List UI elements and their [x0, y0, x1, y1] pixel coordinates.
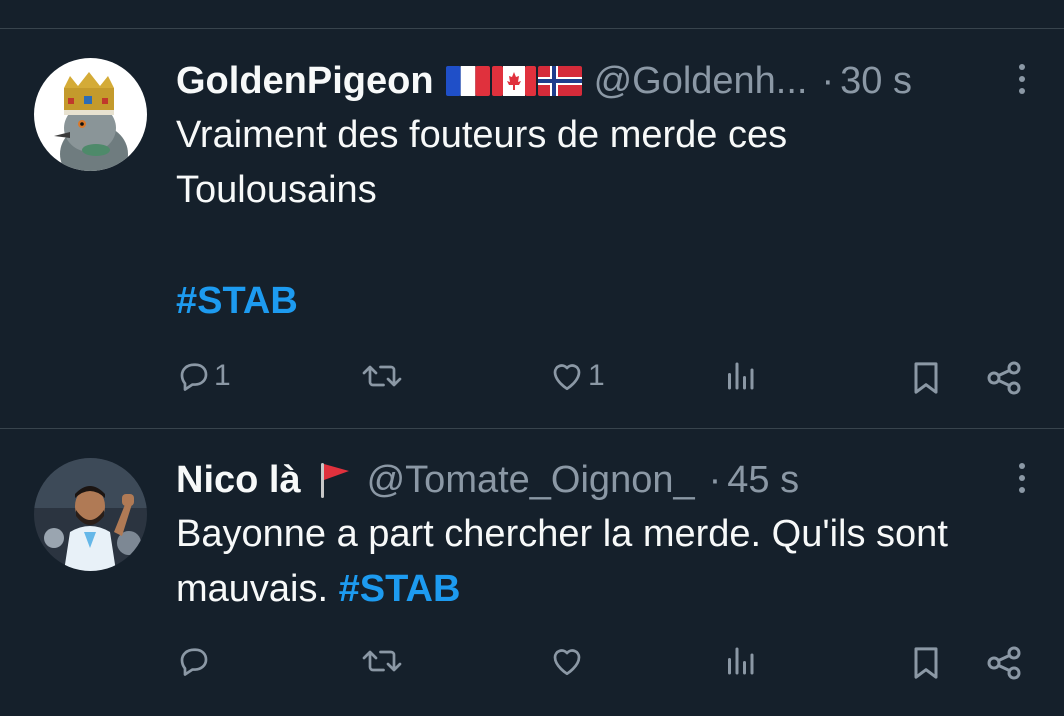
share-icon — [987, 646, 1021, 680]
flag-canada-icon — [491, 66, 536, 96]
retweet-icon — [362, 650, 402, 672]
flag-emojis — [315, 460, 353, 500]
handle[interactable]: @Goldenh... — [594, 60, 808, 103]
avatar[interactable] — [34, 58, 147, 171]
more-options-icon[interactable] — [1010, 64, 1034, 94]
bookmark-icon — [914, 362, 938, 394]
timestamp[interactable]: 30 s — [840, 60, 912, 103]
views-chart-icon — [728, 647, 754, 675]
display-name[interactable]: GoldenPigeon — [176, 60, 434, 103]
retweet-button[interactable] — [360, 358, 404, 394]
display-name[interactable]: Nico là — [176, 459, 301, 502]
bookmark-button[interactable] — [906, 358, 946, 398]
timestamp[interactable]: 45 s — [727, 459, 799, 502]
share-button[interactable] — [984, 643, 1024, 683]
tweet-header: GoldenPigeon @Goldenh... · 30 s — [176, 56, 912, 106]
retweet-button[interactable] — [360, 643, 404, 679]
reply-count: 1 — [214, 359, 231, 392]
tweet-text: Bayonne a part chercher la merde. Qu'ils… — [176, 507, 1046, 617]
flag-norway-icon — [537, 66, 582, 96]
like-count: 1 — [588, 359, 605, 392]
tweet-body: Bayonne a part chercher la merde. Qu'ils… — [176, 513, 948, 610]
heart-icon — [553, 649, 581, 676]
reply-icon — [180, 363, 208, 391]
like-button[interactable]: 1 — [548, 358, 605, 394]
handle[interactable]: @Tomate_Oignon_ — [367, 459, 695, 502]
tweet-hashtag-line: #STAB — [176, 274, 1046, 329]
views-button[interactable] — [722, 358, 758, 394]
tweet[interactable]: GoldenPigeon @Goldenh... · 30 s Vraiment… — [0, 0, 1064, 428]
red-flag-icon — [320, 463, 349, 498]
retweet-icon — [362, 365, 402, 387]
avatar[interactable] — [34, 458, 147, 571]
hashtag-link[interactable]: #STAB — [339, 568, 461, 610]
tweet-text: Vraiment des fouteurs de merde ces Toulo… — [176, 108, 1046, 218]
bookmark-icon — [914, 647, 938, 679]
views-chart-icon — [728, 362, 754, 390]
dot-separator: · — [708, 458, 722, 501]
pigeon-king-avatar-icon — [34, 58, 147, 171]
tweet[interactable]: Nico là @Tomate_Oignon_ · 45 s Bayonne a… — [0, 429, 1064, 716]
action-bar: 1 1 — [0, 358, 1064, 398]
share-icon — [987, 361, 1021, 395]
flag-emojis — [445, 66, 582, 96]
reply-button[interactable] — [176, 643, 214, 679]
share-button[interactable] — [984, 358, 1024, 398]
flag-france-icon — [445, 66, 490, 96]
views-button[interactable] — [722, 643, 758, 679]
reply-icon — [180, 648, 208, 676]
tweet-body: Vraiment des fouteurs de merde ces Toulo… — [176, 114, 788, 211]
player-avatar-icon — [34, 458, 147, 571]
hashtag-link[interactable]: #STAB — [176, 280, 298, 322]
action-bar — [0, 643, 1064, 683]
bookmark-button[interactable] — [906, 643, 946, 683]
like-button[interactable] — [548, 643, 588, 679]
reply-button[interactable]: 1 — [176, 358, 231, 394]
tweet-header: Nico là @Tomate_Oignon_ · 45 s — [176, 455, 799, 505]
heart-icon — [553, 364, 581, 391]
dot-separator: · — [821, 59, 835, 102]
more-options-icon[interactable] — [1010, 463, 1034, 493]
